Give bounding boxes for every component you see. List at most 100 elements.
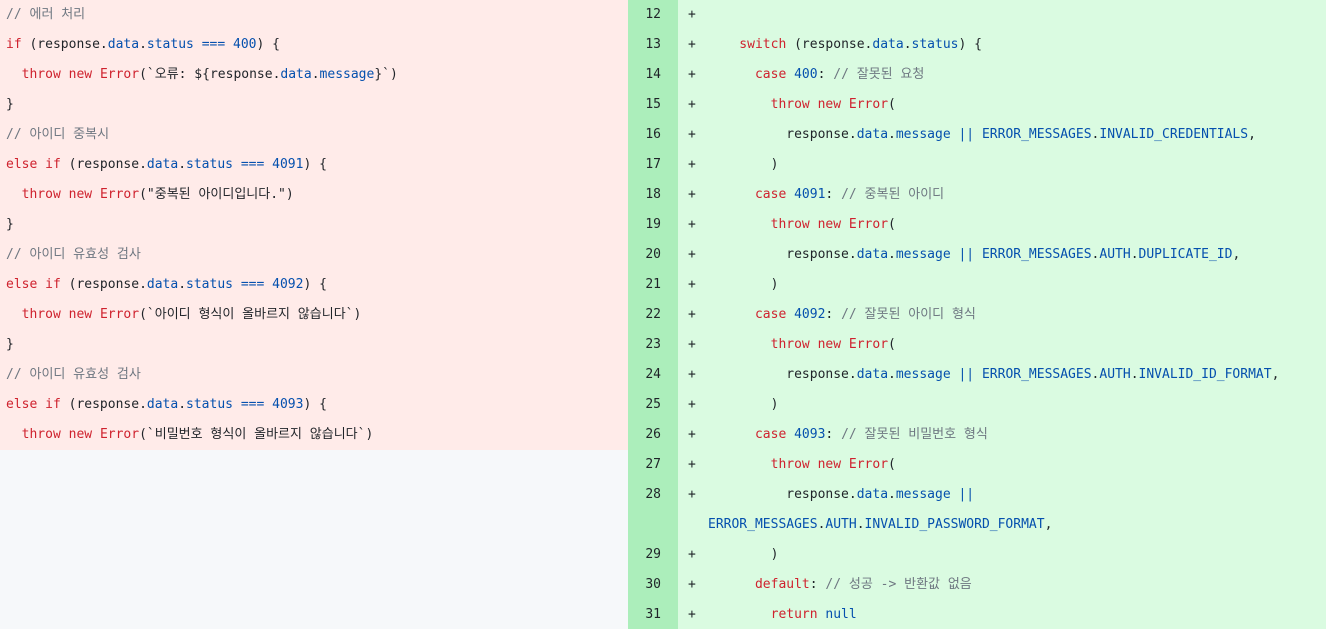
code-token: Error	[99, 187, 140, 202]
added-marker: +	[688, 187, 696, 202]
code-token: message	[895, 367, 951, 382]
code-content: )	[708, 540, 779, 570]
code-token: response.	[708, 127, 857, 142]
added-code-line: 20 + response.data.message || ERROR_MESSA…	[628, 240, 1326, 270]
code-token: ===	[240, 277, 265, 292]
code-token: AUTH	[1099, 367, 1131, 382]
code-token: )	[708, 397, 779, 412]
removed-code-line: else if (response.data.status === 4093) …	[0, 390, 628, 420]
code-token: ===	[240, 157, 265, 172]
removed-code-line: throw new Error("중복된 아이디입니다.")	[0, 180, 628, 210]
code-content: )	[708, 150, 779, 180]
removed-code-line: throw new Error(`아이디 형식이 올바르지 않습니다`)	[0, 300, 628, 330]
line-number: 29	[645, 547, 661, 562]
code-token: // 성공 -> 반환값 없음	[825, 577, 972, 592]
added-code-line: 27 + throw new Error(	[628, 450, 1326, 480]
code-token: (response.	[786, 37, 873, 52]
added-code-line: 16 + response.data.message || ERROR_MESSA…	[628, 120, 1326, 150]
code-token: case	[708, 307, 787, 322]
line-number: 30	[645, 577, 661, 592]
added-code-line: 31 + return null	[628, 600, 1326, 629]
code-token: :	[817, 67, 834, 82]
added-marker: +	[688, 127, 696, 142]
code-content: )	[708, 270, 779, 300]
code-token: ,	[1271, 367, 1280, 382]
code-token: data	[872, 37, 904, 52]
code-token: ||	[958, 487, 975, 502]
code-token: else	[6, 157, 38, 172]
code-token: return	[708, 607, 818, 622]
code-token: 4093	[794, 427, 826, 442]
code-token: )	[708, 547, 779, 562]
added-marker: +	[688, 547, 696, 562]
code-token: Error	[848, 217, 889, 232]
code-content: return null	[708, 600, 857, 629]
added-marker: +	[688, 307, 696, 322]
added-marker: +	[688, 277, 696, 292]
code-token: .	[888, 487, 896, 502]
wrapped-code-line: ERROR_MESSAGES.AUTH.INVALID_PASSWORD_FOR…	[628, 510, 1326, 540]
code-token: :	[825, 187, 842, 202]
code-token: new	[68, 67, 93, 82]
code-token: ) {	[303, 397, 327, 412]
code-token: // 아이디 유효성 검사	[6, 367, 141, 382]
code-token: throw	[21, 307, 61, 322]
code-token: message	[895, 247, 951, 262]
removed-code-block: // 에러 처리 if (response.data.status === 400…	[0, 0, 628, 450]
line-number: 24	[645, 367, 661, 382]
code-token: (	[888, 457, 896, 472]
code-token: data	[107, 37, 140, 52]
code-token: new	[817, 337, 842, 352]
code-token: Error	[99, 427, 140, 442]
code-token: .	[888, 367, 896, 382]
added-marker: +	[688, 157, 696, 172]
code-token: (`비밀번호 형식이 올바르지 않습니다`)	[139, 427, 374, 442]
code-token: ,	[1248, 127, 1256, 142]
code-token: data	[146, 397, 179, 412]
code-content: throw new Error(	[708, 330, 896, 360]
code-token: data	[146, 157, 179, 172]
code-content: ERROR_MESSAGES.AUTH.INVALID_PASSWORD_FOR…	[708, 510, 1052, 540]
added-marker: +	[688, 337, 696, 352]
code-token: response.	[708, 367, 857, 382]
code-token: message	[895, 487, 951, 502]
code-token: )	[708, 157, 779, 172]
code-token: (	[888, 337, 896, 352]
code-token: Error	[848, 457, 889, 472]
code-token: Error	[99, 67, 140, 82]
code-token: case	[708, 187, 787, 202]
code-token: status	[146, 37, 194, 52]
added-code-line: 12 +	[628, 0, 1326, 30]
code-token: ) {	[958, 37, 982, 52]
code-token: ) {	[256, 37, 280, 52]
code-token: // 잘못된 요청	[833, 67, 925, 82]
code-token: // 잘못된 아이디 형식	[841, 307, 976, 322]
code-token: data	[280, 67, 312, 82]
code-token: .	[1130, 367, 1139, 382]
code-content: throw new Error(	[708, 450, 896, 480]
code-token: // 아이디 중복시	[6, 127, 110, 142]
code-token: ) {	[303, 277, 327, 292]
removed-code-line: }	[0, 90, 628, 120]
code-token: .	[139, 37, 147, 52]
code-token: throw	[708, 457, 810, 472]
code-token: ERROR_MESSAGES	[981, 247, 1092, 262]
code-token: .	[888, 247, 896, 262]
code-token: (	[888, 97, 896, 112]
added-code-line: 25 + )	[628, 390, 1326, 420]
added-code-line: 15 + throw new Error(	[628, 90, 1326, 120]
code-token: ||	[958, 367, 975, 382]
line-number: 28	[645, 487, 661, 502]
